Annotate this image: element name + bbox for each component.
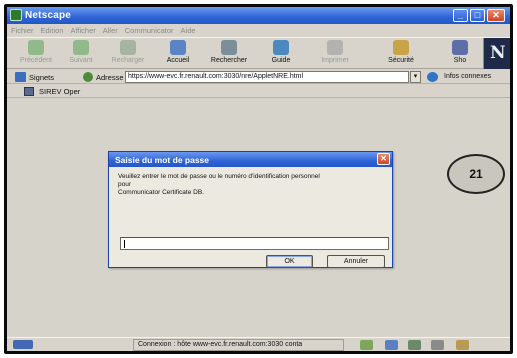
shop-icon — [452, 40, 468, 55]
bookmarks-label[interactable]: Signets — [29, 73, 54, 82]
url-dropdown-button[interactable]: ▾ — [410, 71, 421, 83]
guide-button[interactable]: Guide — [258, 39, 304, 69]
cancel-button[interactable]: Annuler — [327, 255, 385, 268]
location-icon — [83, 72, 93, 82]
dialog-title-bar: Saisie du mot de passe ✕ — [109, 152, 392, 167]
password-dialog: Saisie du mot de passe ✕ Veuillez entrer… — [108, 151, 393, 268]
search-label: Rechercher — [210, 57, 248, 64]
guide-label: Guide — [271, 57, 291, 64]
related-icon — [427, 72, 438, 82]
search-icon — [221, 40, 237, 55]
step-number-badge: 21 — [447, 154, 505, 194]
component-icon[interactable] — [360, 340, 373, 350]
status-bar: Connexion : hôte www-evc.fr.renault.com:… — [7, 337, 510, 351]
dialog-close-icon[interactable]: ✕ — [377, 153, 390, 165]
home-button[interactable]: Accueil — [155, 39, 201, 69]
menu-communicator[interactable]: Communicator — [125, 26, 174, 35]
menu-aide[interactable]: Aide — [181, 26, 196, 35]
ok-button[interactable]: OK — [266, 255, 313, 268]
url-field[interactable]: https://www-evc.fr.renault.com:3030/nre/… — [125, 71, 409, 83]
print-button[interactable]: Imprimer — [312, 39, 358, 69]
title-bar: Netscape _ □ ✕ — [7, 7, 510, 24]
connection-icon — [13, 340, 33, 349]
menu-edition[interactable]: Edition — [41, 26, 64, 35]
password-input[interactable] — [120, 237, 389, 250]
menu-afficher[interactable]: Afficher — [70, 26, 95, 35]
security-button[interactable]: Sécurité — [378, 39, 424, 69]
window-title: Netscape — [25, 10, 72, 21]
page-content: Saisie du mot de passe ✕ Veuillez entrer… — [7, 99, 510, 336]
discussion-icon[interactable] — [408, 340, 421, 350]
address-label: Adresse : — [96, 73, 128, 82]
mail-icon[interactable] — [385, 340, 398, 350]
browser-window: Netscape _ □ ✕ Fichier Edition Afficher … — [4, 4, 513, 354]
menu-fichier[interactable]: Fichier — [11, 26, 34, 35]
personal-item-sirev[interactable]: SIREV Oper — [39, 87, 80, 96]
maximize-button[interactable]: □ — [470, 9, 485, 22]
back-label: Précédent — [20, 57, 52, 64]
dialog-title: Saisie du mot de passe — [115, 155, 210, 165]
page-icon — [24, 87, 34, 96]
status-message: Connexion : hôte www-evc.fr.renault.com:… — [133, 339, 344, 351]
forward-button[interactable]: Suivant — [58, 39, 104, 69]
close-window-button[interactable]: ✕ — [487, 9, 505, 22]
dialog-message-line-1: Veuillez entrer le mot de passe ou le nu… — [118, 173, 320, 180]
dialog-message: Veuillez entrer le mot de passe ou le nu… — [118, 173, 386, 197]
home-label: Accueil — [166, 57, 190, 64]
reload-label: Recharger — [111, 57, 145, 64]
back-arrow-icon — [28, 40, 44, 55]
search-button[interactable]: Rechercher — [206, 39, 252, 69]
bookmark-icon[interactable] — [15, 72, 26, 82]
back-button[interactable]: Précédent — [13, 39, 59, 69]
shop-button[interactable]: Sho — [440, 39, 480, 69]
netscape-logo — [483, 38, 510, 69]
reload-icon — [120, 40, 136, 55]
menu-bar: Fichier Edition Afficher Aller Communica… — [7, 24, 510, 36]
print-label: Imprimer — [321, 57, 349, 64]
guide-icon — [273, 40, 289, 55]
composer-icon[interactable] — [431, 340, 444, 350]
home-icon — [170, 40, 186, 55]
menu-aller[interactable]: Aller — [103, 26, 118, 35]
shop-label: Sho — [453, 57, 467, 64]
location-bar: Signets Adresse : https://www-evc.fr.ren… — [7, 70, 510, 84]
reload-button[interactable]: Recharger — [105, 39, 151, 69]
minimize-button[interactable]: _ — [453, 9, 468, 22]
security-label: Sécurité — [388, 57, 414, 64]
printer-icon — [327, 40, 343, 55]
lock-icon — [393, 40, 409, 55]
dialog-message-line-2: pour — [118, 181, 132, 188]
forward-arrow-icon — [73, 40, 89, 55]
navigation-toolbar: Précédent Suivant Recharger Accueil Rech… — [7, 37, 510, 69]
security-status-icon[interactable] — [456, 340, 469, 350]
related-label[interactable]: Infos connexes — [444, 73, 491, 80]
app-icon — [10, 9, 22, 21]
forward-label: Suivant — [69, 57, 93, 64]
personal-toolbar: SIREV Oper — [7, 85, 510, 98]
dialog-message-line-3: Communicator Certificate DB. — [118, 189, 204, 196]
